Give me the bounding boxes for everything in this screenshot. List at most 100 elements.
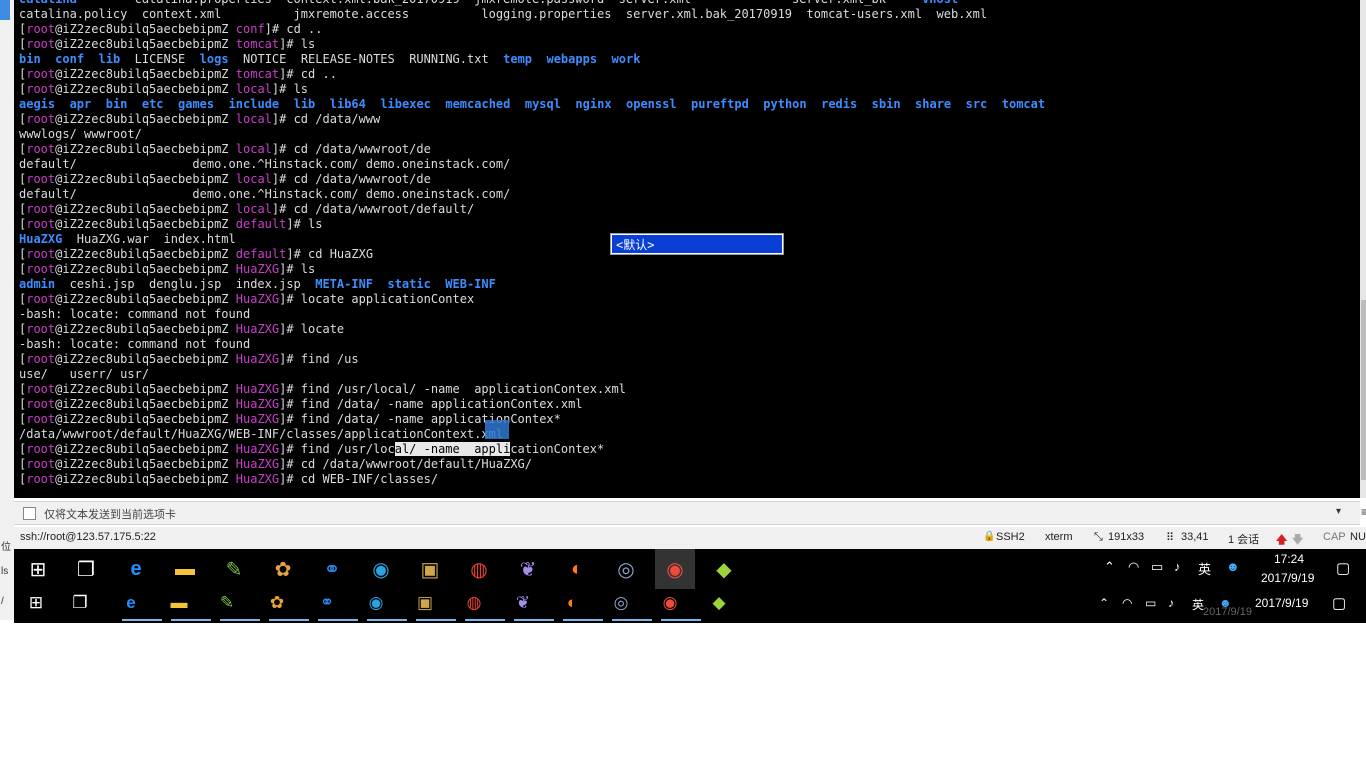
terminal-segment: NOTICE RELEASE-NOTES RUNNING.txt xyxy=(228,52,504,66)
xftp-icon-2[interactable]: ◆ xyxy=(699,589,739,617)
left-glyph-3: / xyxy=(1,596,4,607)
file-explorer-icon[interactable]: ▬ xyxy=(165,549,205,589)
dolphin-app-icon[interactable]: ❦ xyxy=(508,549,548,589)
taskbar-underline xyxy=(269,619,309,621)
download-arrow-icon: 🡇 xyxy=(1292,534,1304,546)
baidu-netdisk-icon-2[interactable]: ⚭ xyxy=(307,589,347,617)
firefox-icon-2[interactable]: ◐ xyxy=(552,589,592,617)
terminal-line: default/ demo.one.^Hinstack.com/ demo.on… xyxy=(19,157,1045,172)
taskbar-underline xyxy=(612,619,652,621)
paint-icon[interactable]: ✿ xyxy=(263,549,303,589)
wifi-icon-2[interactable]: ◠ xyxy=(1122,596,1132,610)
terminal-segment xyxy=(315,97,329,111)
ie-browser-icon-2[interactable]: ◉ xyxy=(356,589,396,617)
edge-browser-icon[interactable]: e xyxy=(116,549,156,589)
send-bar-input[interactable]: 仅将文本发送到当前选项卡 xyxy=(44,506,176,522)
terminal-segment: -bash: locate: command not found xyxy=(19,337,251,351)
chrome-icon-2[interactable]: ◍ xyxy=(454,589,494,617)
globe-app-icon-2[interactable]: ◎ xyxy=(601,589,641,617)
clock-date[interactable]: 2017/9/19 xyxy=(1261,571,1314,585)
notification-icon[interactable]: ▢ xyxy=(1336,559,1350,577)
volume-icon-2[interactable]: ♪ xyxy=(1168,596,1174,610)
terminal-segment: share xyxy=(915,97,952,111)
chevron-down-icon[interactable]: ▾ xyxy=(1336,506,1341,517)
task-view-icon-2[interactable]: ❐ xyxy=(60,589,100,617)
lock-icon: 🔒 xyxy=(983,531,996,542)
volume-icon[interactable]: ♪ xyxy=(1174,559,1181,574)
terminal-segment xyxy=(373,277,387,291)
terminal-segment: games xyxy=(178,97,215,111)
taskbar-underline xyxy=(122,619,162,621)
game-app-icon[interactable]: ▣ xyxy=(410,549,450,589)
ghost-clock-date: 2017/9/19 xyxy=(1203,606,1252,618)
terminal-segment xyxy=(431,97,445,111)
windows-start-icon[interactable]: ⊞ xyxy=(18,549,58,589)
task-view-icon[interactable]: ❐ xyxy=(66,549,106,589)
terminal-segment: default xyxy=(235,247,287,261)
ime-candidate-box[interactable]: <默认> xyxy=(610,233,784,255)
terminal-scrollbar-thumb[interactable] xyxy=(1361,300,1366,480)
battery-icon-2[interactable]: ▭ xyxy=(1145,596,1156,610)
terminal-segment xyxy=(561,97,575,111)
terminal-segment xyxy=(91,97,105,111)
terminal-segment xyxy=(901,97,915,111)
terminal-segment: redis xyxy=(821,97,858,111)
chevron-up-icon-2[interactable]: ⌃ xyxy=(1099,596,1109,610)
terminal-segment: openssl xyxy=(626,97,677,111)
terminal-segment: HuaZXG xyxy=(235,472,280,486)
terminal-segment: HuaZXG xyxy=(235,397,280,411)
terminal-segment: mysql xyxy=(524,97,561,111)
terminal-segment: ceshi.jsp denglu.jsp index.jsp xyxy=(55,277,316,291)
firefox-icon[interactable]: ◐ xyxy=(557,549,597,589)
chevron-up-icon[interactable]: ⌃ xyxy=(1104,559,1115,575)
ime-lang-indicator[interactable]: 英 xyxy=(1198,559,1211,578)
terminal-segment: memcached xyxy=(445,97,511,111)
xftp-icon[interactable]: ◆ xyxy=(704,549,744,589)
terminal-segment: @iZ2zec8ubilq5aecbebipmZ xyxy=(55,457,236,471)
notepad-icon[interactable]: ✎ xyxy=(214,549,254,589)
terminal-segment: root xyxy=(26,82,56,96)
windows-start-icon-2[interactable]: ⊞ xyxy=(16,589,56,617)
game-app-icon-2[interactable]: ▣ xyxy=(405,589,445,617)
terminal-segment: -bash: locate: command not found xyxy=(19,307,251,321)
ie-browser-icon[interactable]: ◉ xyxy=(361,549,401,589)
left-scroll-indicator[interactable] xyxy=(0,0,10,20)
dolphin-app-icon-2[interactable]: ❦ xyxy=(503,589,543,617)
terminal-segment: ]# cd .. xyxy=(279,67,337,81)
terminal-segment: root xyxy=(26,472,56,486)
terminal-segment: @iZ2zec8ubilq5aecbebipmZ xyxy=(55,397,236,411)
menu-icon[interactable]: ≡ xyxy=(1361,505,1366,519)
terminal-segment xyxy=(366,97,380,111)
clock-time[interactable]: 17:24 xyxy=(1274,552,1304,566)
terminal-segment xyxy=(279,97,293,111)
send-to-tab-bar[interactable]: 仅将文本发送到当前选项卡 ▾ ≡ xyxy=(14,501,1366,525)
globe-app-icon[interactable]: ◎ xyxy=(606,549,646,589)
terminal-segment: @iZ2zec8ubilq5aecbebipmZ xyxy=(55,442,236,456)
wifi-icon[interactable]: ◠ xyxy=(1128,559,1139,575)
terminal-segment: libexec xyxy=(380,97,431,111)
terminal-line: [root@iZ2zec8ubilq5aecbebipmZ conf]# cd … xyxy=(19,22,1045,37)
terminal-line: [root@iZ2zec8ubilq5aecbebipmZ HuaZXG]# f… xyxy=(19,382,1045,397)
baidu-netdisk-icon[interactable]: ⚭ xyxy=(312,549,352,589)
chrome-icon[interactable]: ◍ xyxy=(459,549,499,589)
terminal-segment: use/ userr/ usr/ xyxy=(19,367,150,381)
clock-date-2[interactable]: 2017/9/19 xyxy=(1255,596,1308,610)
terminal-segment: META-INF xyxy=(315,277,374,291)
terminal-segment xyxy=(41,52,55,66)
terminal-segment: ]# ls xyxy=(286,217,323,231)
terminal-segment: wwwlogs/ wwwroot/ xyxy=(19,127,142,141)
edge-browser-icon-2[interactable]: e xyxy=(111,589,151,617)
battery-icon[interactable]: ▭ xyxy=(1151,559,1163,575)
paint-icon-2[interactable]: ✿ xyxy=(257,589,297,617)
notification-icon-2[interactable]: ▢ xyxy=(1332,594,1346,612)
notepad-icon-2[interactable]: ✎ xyxy=(207,589,247,617)
xshell-icon-2[interactable]: ◉ xyxy=(650,589,690,617)
terminal-segment: sbin xyxy=(871,97,901,111)
terminal-segment: WEB-INF xyxy=(445,277,496,291)
terminal-segment: @iZ2zec8ubilq5aecbebipmZ xyxy=(55,217,236,231)
file-explorer-icon-2[interactable]: ▬ xyxy=(159,589,199,617)
terminal-segment: tomcat xyxy=(235,67,280,81)
terminal-segment: @iZ2zec8ubilq5aecbebipmZ xyxy=(55,247,236,261)
xshell-icon[interactable]: ◉ xyxy=(655,549,695,589)
baidu-tray-icon[interactable]: ☻ xyxy=(1226,559,1240,574)
